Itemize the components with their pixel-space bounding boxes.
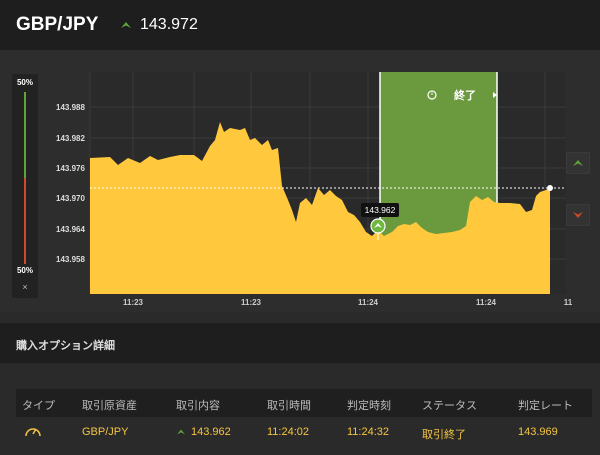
th-asset: 取引原資産 <box>82 400 137 412</box>
row-status: 取引終了 <box>422 429 466 441</box>
row-judge-time: 11:24:32 <box>347 426 390 438</box>
th-type: タイプ <box>22 400 55 412</box>
x-tick-1: 11:23 <box>123 298 144 307</box>
up-arrow-icon <box>177 429 185 435</box>
th-judge-time: 判定時刻 <box>347 400 391 412</box>
rate-chart: 11:23 11:23 11:24 11:24 11 143.988 143.9… <box>56 72 573 307</box>
call-up-icon <box>573 160 583 166</box>
y-tick-5: 143.964 <box>56 225 85 234</box>
gauge-call-bar <box>24 92 26 178</box>
y-tick-2: 143.982 <box>56 134 85 143</box>
section-header: 購入オプション詳細 <box>0 323 600 363</box>
x-tick-2: 11:23 <box>241 298 262 307</box>
y-tick-6: 143.958 <box>56 255 85 264</box>
current-rate-dot <box>547 185 553 191</box>
th-trade-time: 取引時間 <box>267 400 311 412</box>
th-judge-rate: 判定レート <box>518 400 573 412</box>
gauge-put-bar <box>24 178 26 264</box>
y-tick-4: 143.970 <box>56 194 85 203</box>
gauge-top-value: 50% <box>16 78 33 87</box>
call-button[interactable] <box>566 152 590 174</box>
end-label: 終了 <box>454 88 476 102</box>
row-asset: GBP/JPY <box>82 426 129 438</box>
th-content: 取引内容 <box>176 400 220 412</box>
gauge-icon <box>24 423 42 442</box>
x-tick-5: 11 <box>564 298 573 307</box>
section-title: 購入オプション詳細 <box>16 340 115 352</box>
gauge-bottom-value: 50% <box>16 266 33 275</box>
x-tick-3: 11:24 <box>358 298 379 307</box>
put-button[interactable] <box>566 204 590 226</box>
row-content-value: 143.962 <box>191 426 231 438</box>
entry-label: 143.962 <box>365 205 396 215</box>
x-tick-4: 11:24 <box>476 298 497 307</box>
row-content: 143.962 <box>176 426 231 438</box>
sentiment-gauge: 50% 50% × <box>12 74 38 298</box>
th-status: ステータス <box>422 400 477 412</box>
y-tick-1: 143.988 <box>56 103 85 112</box>
table-row[interactable]: GBP/JPY 143.962 11:24:02 11:24:32 取引終了 1… <box>16 417 592 447</box>
y-tick-3: 143.976 <box>56 164 85 173</box>
row-trade-time: 11:24:02 <box>267 426 310 438</box>
gauge-close-button[interactable]: × <box>12 282 38 292</box>
row-judge-rate: 143.969 <box>518 426 558 438</box>
table-header: タイプ 取引原資産 取引内容 取引時間 判定時刻 ステータス 判定レート <box>16 389 592 417</box>
put-down-icon <box>573 212 583 218</box>
